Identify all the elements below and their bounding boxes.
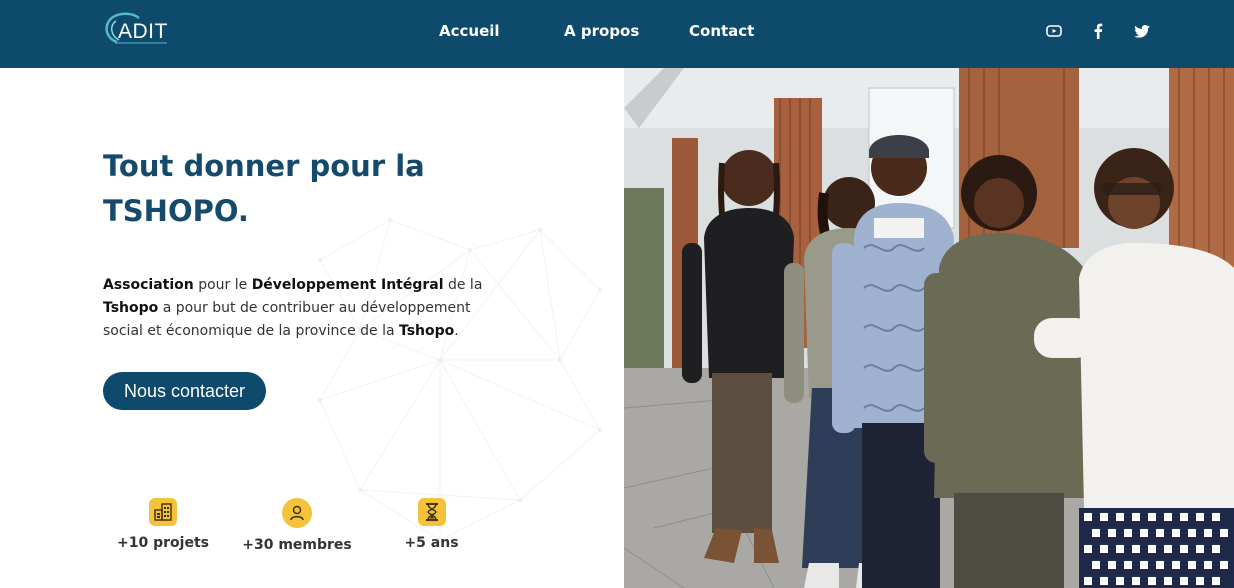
- site-header: ADIT Accueil A propos Contact: [0, 0, 1234, 68]
- stat-projets: +10 projets: [117, 498, 209, 551]
- hero-title: Tout donner pour la TSHOPO.: [103, 149, 425, 228]
- nav-accueil[interactable]: Accueil: [439, 22, 500, 40]
- stat-label: +30 membres: [242, 537, 352, 553]
- stat-label: +10 projets: [117, 535, 209, 551]
- team-photo: [624, 68, 1234, 588]
- desc-bold-tshopo-2: Tshopo: [399, 323, 455, 339]
- desc-bold-developpement: Développement Intégral: [251, 277, 444, 293]
- desc-bold-association: Association: [103, 277, 194, 293]
- desc-text: de la: [443, 277, 483, 293]
- stat-membres: +30 membres: [242, 498, 352, 553]
- hero-description: Association pour le Développement Intégr…: [103, 274, 503, 343]
- desc-bold-tshopo: Tshopo: [103, 300, 159, 316]
- stat-label: +5 ans: [404, 535, 459, 551]
- nav-contact[interactable]: Contact: [689, 22, 754, 40]
- person-icon: [282, 498, 312, 528]
- hourglass-icon: [417, 498, 446, 526]
- logo-text: ADIT: [118, 20, 168, 43]
- stat-ans: +5 ans: [404, 498, 459, 551]
- desc-text: .: [454, 323, 459, 339]
- building-icon: [149, 498, 177, 526]
- twitter-icon[interactable]: [1133, 22, 1151, 40]
- adit-logo[interactable]: ADIT: [103, 12, 169, 46]
- nav-a-propos[interactable]: A propos: [564, 22, 639, 40]
- desc-text: pour le: [193, 277, 252, 293]
- contact-button[interactable]: Nous contacter: [103, 372, 266, 410]
- facebook-icon[interactable]: [1089, 22, 1107, 40]
- youtube-icon[interactable]: [1045, 22, 1063, 40]
